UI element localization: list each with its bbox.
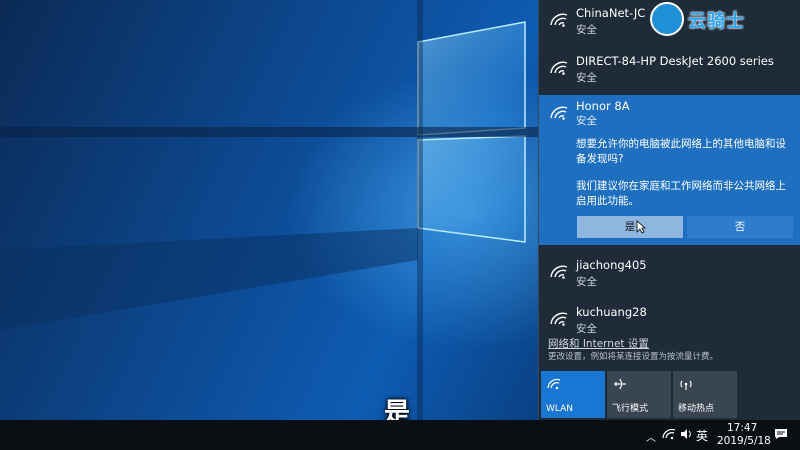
selected-network-panel[interactable]: Honor 8A 安全 想要允许你的电脑被此网络上的其他电脑和设备发现吗? 我们…	[539, 95, 800, 245]
network-ssid: ChinaNet-JC	[576, 6, 646, 20]
knight-icon	[650, 2, 684, 36]
discovery-recommendation: 我们建议你在家庭和工作网络而非公共网络上启用此功能。	[576, 180, 786, 207]
tray-wifi-icon[interactable]	[662, 428, 676, 440]
wifi-signal-icon	[550, 312, 568, 326]
action-center-icon[interactable]	[774, 428, 788, 440]
yes-button[interactable]: 是	[577, 216, 683, 238]
airplane-mode-label: 飞行模式	[612, 404, 649, 414]
wifi-signal-icon	[550, 265, 568, 279]
clock-date[interactable]: 2019/5/18	[717, 435, 771, 447]
wifi-icon	[547, 378, 561, 390]
no-button[interactable]: 否	[687, 216, 793, 238]
watermark-logo: 云骑士	[650, 2, 790, 36]
wlan-label: WLAN	[546, 404, 574, 414]
airplane-icon	[614, 378, 626, 390]
hotspot-icon	[680, 380, 692, 390]
taskbar: ︿ 英 17:47 2019/5/18	[0, 420, 800, 450]
show-hidden-icons-chevron-icon[interactable]: ︿	[646, 429, 656, 444]
network-settings-link[interactable]: 网络和 Internet 设置	[548, 336, 649, 351]
network-ssid: kuchuang28	[576, 305, 647, 319]
network-item[interactable]: jiachong405 安全	[539, 252, 800, 298]
network-security: 安全	[576, 24, 597, 36]
network-ssid: jiachong405	[576, 258, 647, 272]
wlan-toggle[interactable]: WLAN	[541, 371, 605, 418]
network-security: 安全	[576, 115, 597, 127]
watermark-text: 云骑士	[688, 11, 745, 32]
network-ssid: DIRECT-84-HP DeskJet 2600 series	[576, 54, 774, 68]
wifi-signal-icon	[550, 106, 568, 120]
discovery-prompt: 想要允许你的电脑被此网络上的其他电脑和设备发现吗?	[576, 138, 786, 165]
network-security: 安全	[576, 276, 597, 288]
airplane-mode-toggle[interactable]: 飞行模式	[607, 371, 671, 418]
wifi-signal-icon	[550, 61, 568, 75]
network-security: 安全	[576, 323, 597, 335]
mobile-hotspot-toggle[interactable]: 移动热点	[673, 371, 737, 418]
network-ssid: Honor 8A	[576, 99, 630, 113]
network-settings-description: 更改设置，例如将某连接设置为按流量计费。	[548, 352, 719, 362]
mobile-hotspot-label: 移动热点	[678, 404, 715, 414]
input-method-indicator[interactable]: 英	[696, 427, 708, 444]
network-security: 安全	[576, 72, 597, 84]
mouse-cursor-icon	[636, 220, 646, 234]
volume-icon[interactable]	[680, 428, 692, 440]
clock-time[interactable]: 17:47	[727, 422, 757, 434]
wifi-signal-icon	[550, 13, 568, 27]
network-item[interactable]: DIRECT-84-HP DeskJet 2600 series 安全	[539, 48, 800, 94]
